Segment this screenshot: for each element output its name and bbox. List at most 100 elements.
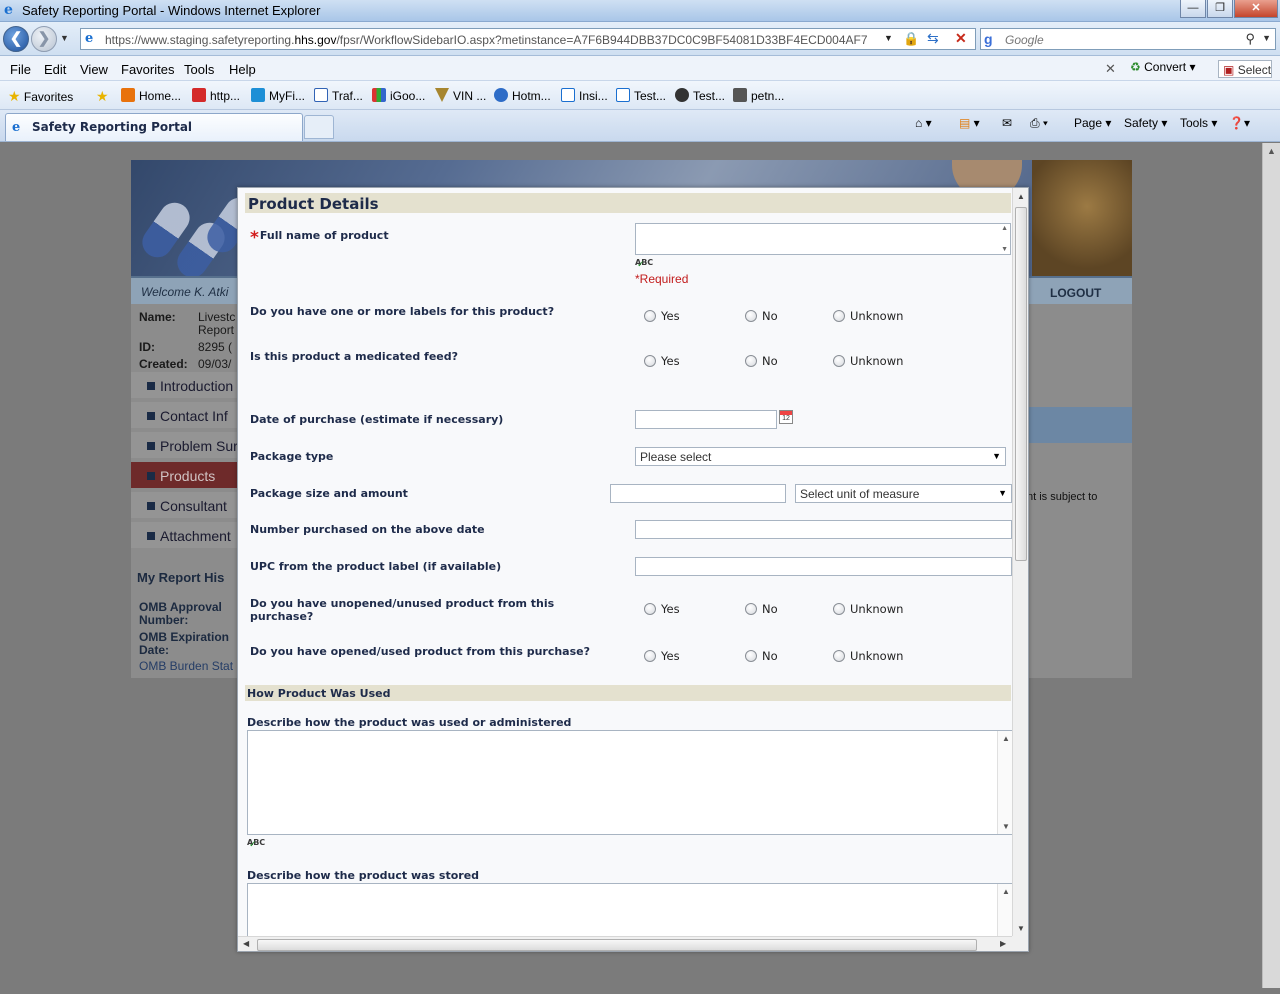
favorite-link[interactable]: iGoo... — [372, 88, 425, 103]
safety-menu[interactable]: Safety ▾ — [1124, 116, 1167, 130]
package-size-input[interactable] — [610, 484, 786, 503]
stop-icon[interactable]: ✕ — [955, 30, 967, 47]
close-toolbar-icon[interactable]: ✕ — [1105, 61, 1116, 77]
omb-burden-link[interactable]: OMB Burden Stat — [139, 660, 233, 673]
favorite-link[interactable]: Hotm... — [494, 88, 551, 103]
menu-view[interactable]: View — [80, 62, 108, 77]
field-scroll-up-icon: ▲ — [1001, 225, 1008, 232]
home-icon[interactable]: ⌂ ▾ — [915, 116, 932, 130]
unopened-yes-radio[interactable]: Yes — [644, 602, 680, 616]
forward-button[interactable]: ❯ — [31, 26, 57, 52]
favorite-link[interactable]: Test... — [616, 88, 666, 103]
favorite-link[interactable]: Insi... — [561, 88, 608, 103]
minimize-button[interactable]: — — [1180, 0, 1206, 18]
opened-no-radio[interactable]: No — [745, 649, 778, 663]
product-details-dialog: Product Details *Full name of product ▲ … — [237, 187, 1029, 952]
add-favorite-icon[interactable]: ★ — [96, 88, 109, 105]
menu-edit[interactable]: Edit — [44, 62, 66, 77]
unit-of-measure-select[interactable]: Select unit of measure ▼ — [795, 484, 1012, 503]
nav-item-contact-info[interactable]: Contact Inf — [131, 402, 241, 430]
help-icon[interactable]: ❓▾ — [1229, 116, 1250, 130]
menu-tools[interactable]: Tools — [184, 62, 214, 77]
favorite-link[interactable]: VIN ... — [435, 88, 486, 103]
labels-radio-group: Yes No Unknown — [644, 309, 944, 325]
nav-item-attachments[interactable]: Attachment — [131, 522, 241, 550]
favorites-button[interactable]: ★ Favorites — [8, 88, 73, 105]
textarea-scrollbar[interactable]: ▲ — [997, 884, 1013, 942]
page-icon: e — [85, 31, 94, 46]
field-scroll-down-icon: ▼ — [1001, 246, 1008, 253]
url-input[interactable]: e https://www.staging.safetyreporting.hh… — [80, 28, 976, 50]
mail-icon[interactable]: ✉ — [1002, 116, 1012, 130]
upc-input[interactable] — [635, 557, 1012, 576]
scrollbar-thumb[interactable] — [1015, 207, 1027, 561]
describe-used-textarea[interactable]: ▲ ▼ — [247, 730, 1014, 835]
restore-button[interactable]: ❐ — [1207, 0, 1233, 18]
tools-menu[interactable]: Tools ▾ — [1180, 116, 1217, 130]
unopened-no-radio[interactable]: No — [745, 602, 778, 616]
logout-link[interactable]: LOGOUT — [1050, 286, 1101, 300]
number-purchased-input[interactable] — [635, 520, 1012, 539]
scroll-up-icon[interactable]: ▲ — [1267, 146, 1276, 156]
dialog-vertical-scrollbar[interactable]: ▲ ▼ — [1012, 188, 1028, 936]
textarea-scrollbar[interactable]: ▲ ▼ — [997, 731, 1013, 834]
nav-item-introduction[interactable]: Introduction — [131, 372, 241, 400]
unopened-unknown-radio[interactable]: Unknown — [833, 602, 903, 616]
favorite-link[interactable]: Test... — [675, 88, 725, 103]
scroll-right-icon[interactable]: ▶ — [1000, 939, 1006, 948]
nav-item-products[interactable]: Products — [131, 462, 241, 490]
spellcheck-icon[interactable]: ABC — [635, 258, 653, 270]
favorite-link[interactable]: MyFi... — [251, 88, 305, 103]
tab-title: Safety Reporting Portal — [32, 120, 193, 134]
scroll-up-icon[interactable]: ▲ — [1017, 192, 1025, 201]
refresh-icon[interactable]: ⇆ — [927, 30, 939, 47]
labels-unknown-radio[interactable]: Unknown — [833, 309, 903, 323]
select-button[interactable]: ▣ Select — [1218, 60, 1273, 78]
tab-safety-reporting-portal[interactable]: e Safety Reporting Portal — [5, 113, 303, 141]
spellcheck-icon[interactable]: ABC — [247, 838, 265, 850]
feeds-icon[interactable]: ▤ ▾ — [959, 116, 980, 130]
describe-stored-textarea[interactable]: ▲ — [247, 883, 1014, 943]
medicated-unknown-radio[interactable]: Unknown — [833, 354, 903, 368]
history-dropdown-icon[interactable]: ▼ — [60, 33, 69, 43]
new-tab-button[interactable] — [304, 115, 334, 139]
labels-no-radio[interactable]: No — [745, 309, 778, 323]
back-button[interactable]: ❮ — [3, 26, 29, 52]
calendar-icon[interactable]: 12 — [779, 410, 793, 424]
opened-yes-radio[interactable]: Yes — [644, 649, 680, 663]
favorite-link[interactable]: Traf... — [314, 88, 363, 103]
full-name-label: *Full name of product — [250, 228, 389, 248]
menu-file[interactable]: File — [10, 62, 31, 77]
page-vertical-scrollbar[interactable]: ▲ — [1262, 143, 1280, 988]
menu-help[interactable]: Help — [229, 62, 256, 77]
url-suffix: /fpsr/WorkflowSidebarIO.aspx?metinstance… — [336, 33, 868, 47]
close-window-button[interactable]: ✕ — [1234, 0, 1278, 18]
medicated-yes-radio[interactable]: Yes — [644, 354, 680, 368]
purchase-date-input[interactable] — [635, 410, 777, 429]
menu-favorites[interactable]: Favorites — [121, 62, 174, 77]
scrollbar-thumb[interactable] — [257, 939, 977, 951]
favorite-link[interactable]: http... — [192, 88, 240, 103]
search-dropdown-icon[interactable]: ▼ — [1262, 33, 1271, 43]
dialog-horizontal-scrollbar[interactable]: ◀ ▶ — [238, 936, 1013, 951]
favorite-link[interactable]: Home... — [121, 88, 181, 103]
lock-icon[interactable]: 🔒 — [903, 31, 919, 47]
scroll-down-icon[interactable]: ▼ — [1017, 924, 1025, 933]
search-input[interactable]: g Google ⚲ ▼ — [980, 28, 1276, 50]
convert-button[interactable]: ♻ Convert ▾ — [1130, 60, 1196, 74]
favorite-link[interactable]: petn... — [733, 88, 784, 103]
search-icon[interactable]: ⚲ — [1245, 31, 1255, 47]
labels-yes-radio[interactable]: Yes — [644, 309, 680, 323]
page-menu[interactable]: Page ▾ — [1074, 116, 1111, 130]
url-dropdown-icon[interactable]: ▼ — [884, 33, 893, 43]
select-label: Select — [1237, 63, 1272, 77]
package-type-select[interactable]: Please select ▼ — [635, 447, 1006, 466]
print-icon[interactable]: ⎙ ▾ — [1030, 116, 1048, 131]
medicated-no-radio[interactable]: No — [745, 354, 778, 368]
opened-unknown-radio[interactable]: Unknown — [833, 649, 903, 663]
url-domain: hhs.gov — [294, 33, 337, 47]
scroll-left-icon[interactable]: ◀ — [243, 939, 249, 948]
full-name-input[interactable]: ▲ ▼ — [635, 223, 1011, 255]
nav-item-problem-summary[interactable]: Problem Sur — [131, 432, 241, 460]
nav-item-consultant[interactable]: Consultant — [131, 492, 241, 520]
